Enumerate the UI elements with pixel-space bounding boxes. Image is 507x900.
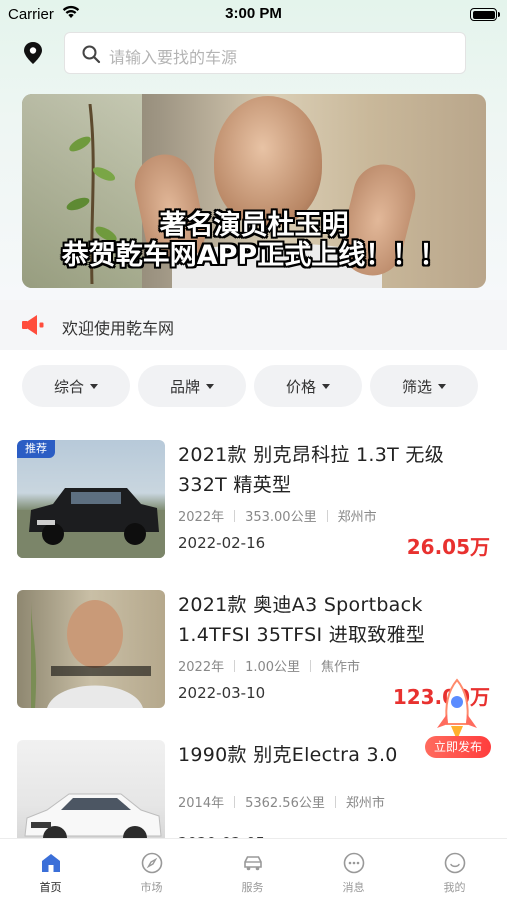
tab-home[interactable]: 首页 — [0, 839, 101, 900]
car-price: 26.05万 — [406, 535, 490, 559]
search-placeholder: 请输入要找的车源 — [109, 48, 238, 67]
divider — [234, 509, 236, 522]
caret-down-icon — [90, 383, 98, 389]
message-icon — [343, 852, 365, 874]
divider — [234, 795, 236, 808]
tab-market-label: 市场 — [140, 881, 163, 894]
car-date: 2022-02-16 — [178, 534, 266, 552]
bottom-tab-bar: 首页 市场 服务 消息 我的 — [0, 838, 507, 900]
tab-service-label: 服务 — [241, 881, 264, 894]
tab-service[interactable]: 服务 — [202, 839, 303, 900]
car-photo — [17, 590, 165, 708]
car-date: 2022-03-10 — [178, 684, 266, 702]
car-year: 2022年 — [178, 660, 225, 675]
compass-icon — [141, 852, 163, 874]
tab-messages[interactable]: 消息 — [303, 839, 404, 900]
tab-messages-label: 消息 — [342, 881, 365, 894]
divider — [234, 659, 236, 672]
car-title: 2021款 别克昂科拉 1.3T 无级 332T 精英型 — [178, 444, 444, 496]
promo-banner[interactable]: 著名演员杜玉明 恭贺乾车网APP正式上线！！！ — [22, 94, 486, 288]
smile-icon — [444, 852, 466, 874]
caret-down-icon — [322, 383, 330, 389]
tab-profile[interactable]: 我的 — [404, 839, 505, 900]
publish-label: 立即发布 — [425, 736, 491, 758]
car-city: 郑州市 — [345, 796, 385, 811]
car-city: 郑州市 — [337, 510, 377, 525]
car-mileage: 5362.56公里 — [245, 796, 325, 811]
search-input[interactable]: 请输入要找的车源 — [64, 32, 466, 74]
car-icon — [244, 856, 262, 871]
tab-market[interactable]: 市场 — [101, 839, 202, 900]
caret-down-icon — [206, 383, 214, 389]
rocket-icon — [437, 678, 477, 740]
car-mileage: 353.00公里 — [245, 510, 317, 525]
person-photo-image — [31, 600, 151, 708]
filter-more-label: 筛选 — [401, 377, 432, 396]
caret-down-icon — [438, 383, 446, 389]
banner-caption-line2: 恭贺乾车网APP正式上线！！！ — [61, 240, 447, 271]
car-photo: 推荐 — [17, 440, 165, 558]
announcement-text: 欢迎使用乾车网 — [62, 319, 175, 338]
search-icon — [82, 45, 101, 64]
car-meta: 2022年 353.00公里 郑州市 — [178, 506, 377, 525]
location-icon[interactable] — [22, 41, 44, 65]
announcement-bar[interactable]: 欢迎使用乾车网 — [0, 300, 507, 350]
recommend-badge: 推荐 — [17, 440, 55, 458]
banner-person-head — [214, 96, 322, 226]
car-title: 2021款 奥迪A3 Sportback 1.4TFSI 35TFSI 进取致雅… — [178, 594, 426, 646]
filter-price-label: 价格 — [285, 377, 316, 396]
filter-sort[interactable]: 综合 — [22, 365, 130, 407]
divider — [334, 795, 336, 808]
divider — [326, 509, 328, 522]
publish-button[interactable]: 立即发布 — [421, 678, 493, 768]
tab-home-label: 首页 — [39, 881, 62, 894]
car-city: 焦作市 — [321, 660, 361, 675]
filter-more[interactable]: 筛选 — [370, 365, 478, 407]
car-year: 2014年 — [178, 796, 225, 811]
status-bar: Carrier 3:00 PM — [0, 0, 507, 28]
divider — [310, 659, 312, 672]
status-time: 3:00 PM — [225, 5, 282, 22]
banner-caption-line1: 著名演员杜玉明 — [159, 210, 349, 241]
car-mileage: 1.00公里 — [245, 660, 301, 675]
filter-brand[interactable]: 品牌 — [138, 365, 246, 407]
speaker-icon — [22, 315, 44, 335]
car-meta: 2014年 5362.56公里 郑州市 — [178, 792, 385, 811]
tab-profile-label: 我的 — [443, 881, 466, 894]
filter-brand-label: 品牌 — [169, 377, 200, 396]
home-icon — [42, 854, 60, 872]
battery-icon — [470, 8, 500, 21]
car-meta: 2022年 1.00公里 焦作市 — [178, 656, 360, 675]
car-listing-item[interactable]: 推荐 2021款 别克昂科拉 1.3T 无级 332T 精英型 2022年 35… — [0, 440, 507, 580]
filter-price[interactable]: 价格 — [254, 365, 362, 407]
filter-sort-label: 综合 — [53, 377, 84, 396]
car-year: 2022年 — [178, 510, 225, 525]
